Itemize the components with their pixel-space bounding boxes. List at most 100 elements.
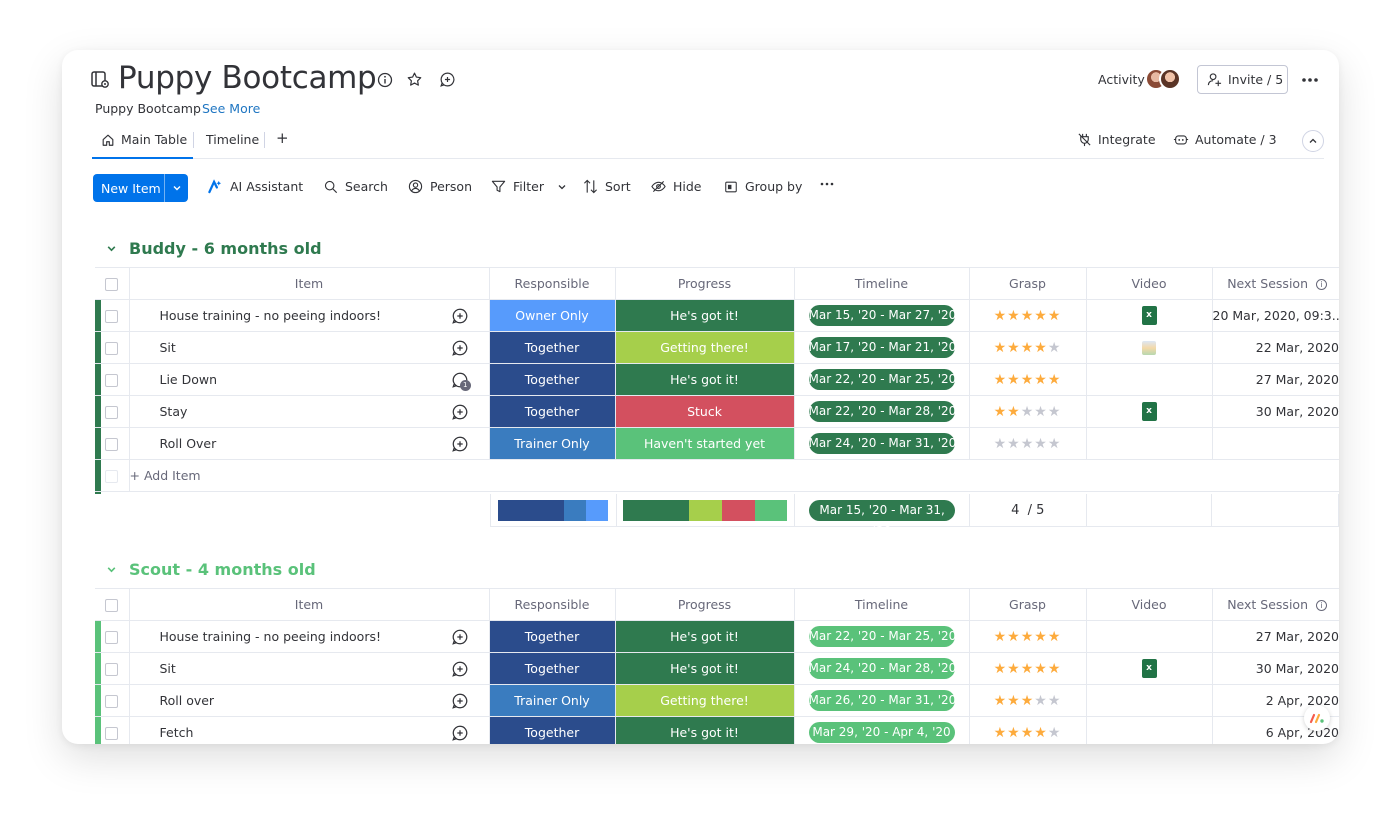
- rating-star-icon[interactable]: ★: [994, 372, 1008, 388]
- group-header-buddy[interactable]: Buddy - 6 months old: [106, 239, 322, 258]
- summary-responsible[interactable]: [491, 494, 617, 526]
- rating-star-icon[interactable]: ★: [1007, 308, 1021, 324]
- video-file-cell[interactable]: [1086, 620, 1213, 653]
- responsible-status-cell[interactable]: Together: [489, 652, 616, 685]
- next-session-cell[interactable]: 22 Mar, 2020: [1212, 331, 1339, 364]
- hide-button[interactable]: Hide: [651, 179, 702, 194]
- grasp-rating-cell[interactable]: ★★★★★: [969, 299, 1087, 332]
- group-title[interactable]: Scout - 4 months old: [129, 560, 316, 579]
- responsible-status-cell[interactable]: Together: [489, 620, 616, 653]
- rating-star-icon[interactable]: ★: [994, 308, 1008, 324]
- row-select-cell[interactable]: [95, 363, 130, 396]
- table-row[interactable]: Roll Over Trainer Only Haven't started yet…: [95, 427, 1339, 460]
- toolbar-more-icon[interactable]: [819, 179, 835, 189]
- rating-star-icon[interactable]: ★: [1021, 340, 1035, 356]
- table-row[interactable]: House training - no peeing indoors! Owner…: [95, 299, 1339, 332]
- responsible-status-cell[interactable]: Together: [489, 363, 616, 396]
- row-select-cell[interactable]: [95, 331, 130, 364]
- progress-status-cell[interactable]: He's got it!: [615, 620, 795, 653]
- timeline-cell[interactable]: Mar 15, '20 - Mar 27, '20: [794, 299, 970, 332]
- rating-star-icon[interactable]: ★: [1034, 629, 1048, 645]
- group-by-button[interactable]: Group by: [724, 179, 802, 194]
- video-file-cell[interactable]: x: [1086, 299, 1213, 332]
- table-row[interactable]: Sit Together He's got it! Mar 24, '20 - Mar…: [95, 652, 1339, 685]
- item-updates-cell[interactable]: [431, 395, 490, 428]
- rating-star-icon[interactable]: ★: [1007, 404, 1021, 420]
- rating-star-icon[interactable]: ★: [1034, 693, 1048, 709]
- see-more-link[interactable]: See More: [202, 101, 260, 116]
- table-row[interactable]: Stay Together Stuck Mar 22, '20 - Mar 28, '…: [95, 395, 1339, 428]
- grasp-rating-cell[interactable]: ★★★★★: [969, 395, 1087, 428]
- rating-star-icon[interactable]: ★: [1048, 693, 1062, 709]
- add-update-icon[interactable]: [438, 70, 456, 88]
- excel-file-icon[interactable]: x: [1141, 659, 1157, 678]
- rating-star-icon[interactable]: ★: [1048, 340, 1062, 356]
- sort-button[interactable]: Sort: [583, 179, 631, 194]
- column-header-timeline[interactable]: Timeline: [794, 267, 970, 300]
- timeline-cell[interactable]: Mar 24, '20 - Mar 28, '20: [794, 652, 970, 685]
- image-file-icon[interactable]: [1142, 341, 1156, 356]
- column-header-item[interactable]: Item: [129, 588, 490, 621]
- column-header-grasp[interactable]: Grasp: [969, 588, 1087, 621]
- row-select-cell[interactable]: [95, 427, 130, 460]
- row-select-cell[interactable]: [95, 716, 130, 744]
- add-item-input[interactable]: + Add Item: [129, 459, 1339, 492]
- item-updates-cell[interactable]: [431, 620, 490, 653]
- grasp-rating-cell[interactable]: ★★★★★: [969, 363, 1087, 396]
- rating-star-icon[interactable]: ★: [994, 725, 1008, 741]
- rating-star-icon[interactable]: ★: [1007, 372, 1021, 388]
- board-title[interactable]: Puppy Bootcamp: [118, 60, 377, 96]
- rating-star-icon[interactable]: ★: [1048, 629, 1062, 645]
- video-file-cell[interactable]: x: [1086, 652, 1213, 685]
- grasp-rating-cell[interactable]: ★★★★★: [969, 684, 1087, 717]
- row-checkbox[interactable]: [105, 727, 119, 740]
- rating-star-icon[interactable]: ★: [1007, 693, 1021, 709]
- activity-label[interactable]: Activity: [1098, 72, 1145, 87]
- column-header-video[interactable]: Video: [1086, 267, 1213, 300]
- rating-star-icon[interactable]: ★: [1007, 629, 1021, 645]
- item-name-cell[interactable]: Fetch: [129, 716, 431, 744]
- grasp-rating-cell[interactable]: ★★★★★: [969, 716, 1087, 744]
- activity-avatars[interactable]: [1145, 67, 1187, 93]
- progress-status-cell[interactable]: He's got it!: [615, 363, 795, 396]
- rating-star-icon[interactable]: ★: [1034, 372, 1048, 388]
- ai-helper-icon[interactable]: [1304, 705, 1330, 731]
- tab-main-table[interactable]: Main Table: [101, 132, 187, 147]
- add-item-row[interactable]: + Add Item: [95, 459, 1339, 492]
- grasp-rating-cell[interactable]: ★★★★★: [969, 620, 1087, 653]
- chevron-down-icon[interactable]: [557, 182, 567, 192]
- add-update-icon[interactable]: [451, 435, 469, 453]
- group-header-scout[interactable]: Scout - 4 months old: [106, 560, 316, 579]
- rating-star-icon[interactable]: ★: [1034, 404, 1048, 420]
- progress-status-cell[interactable]: Stuck: [615, 395, 795, 428]
- row-select-cell[interactable]: [95, 684, 130, 717]
- video-file-cell[interactable]: [1086, 331, 1213, 364]
- responsible-status-cell[interactable]: Trainer Only: [489, 684, 616, 717]
- rating-star-icon[interactable]: ★: [1034, 725, 1048, 741]
- rating-star-icon[interactable]: ★: [1007, 661, 1021, 677]
- info-icon[interactable]: i: [1316, 279, 1327, 290]
- row-checkbox[interactable]: [105, 374, 119, 387]
- column-header-grasp[interactable]: Grasp: [969, 267, 1087, 300]
- integrate-button[interactable]: Integrate: [1077, 132, 1156, 147]
- rating-star-icon[interactable]: ★: [1021, 404, 1035, 420]
- timeline-cell[interactable]: Mar 26, '20 - Mar 31, '20: [794, 684, 970, 717]
- select-all-checkbox[interactable]: [105, 599, 119, 612]
- select-all-checkbox[interactable]: [105, 278, 119, 291]
- summary-progress[interactable]: [617, 494, 796, 526]
- table-row[interactable]: Lie Down 1 Together He's got it! Mar 22, '20…: [95, 363, 1339, 396]
- row-checkbox[interactable]: [105, 342, 119, 355]
- row-checkbox[interactable]: [105, 438, 119, 451]
- column-header-responsible[interactable]: Responsible: [489, 267, 616, 300]
- automate-button[interactable]: Automate / 3: [1173, 132, 1277, 147]
- person-filter-button[interactable]: Person: [408, 179, 472, 194]
- add-update-icon[interactable]: [451, 628, 469, 646]
- item-updates-cell[interactable]: [431, 427, 490, 460]
- rating-star-icon[interactable]: ★: [1048, 372, 1062, 388]
- invite-button[interactable]: Invite / 5: [1197, 65, 1288, 94]
- item-name-cell[interactable]: House training - no peeing indoors!: [129, 299, 431, 332]
- chevron-down-icon[interactable]: [106, 564, 117, 575]
- rating-star-icon[interactable]: ★: [994, 629, 1008, 645]
- responsible-status-cell[interactable]: Together: [489, 716, 616, 744]
- item-name-cell[interactable]: Lie Down: [129, 363, 431, 396]
